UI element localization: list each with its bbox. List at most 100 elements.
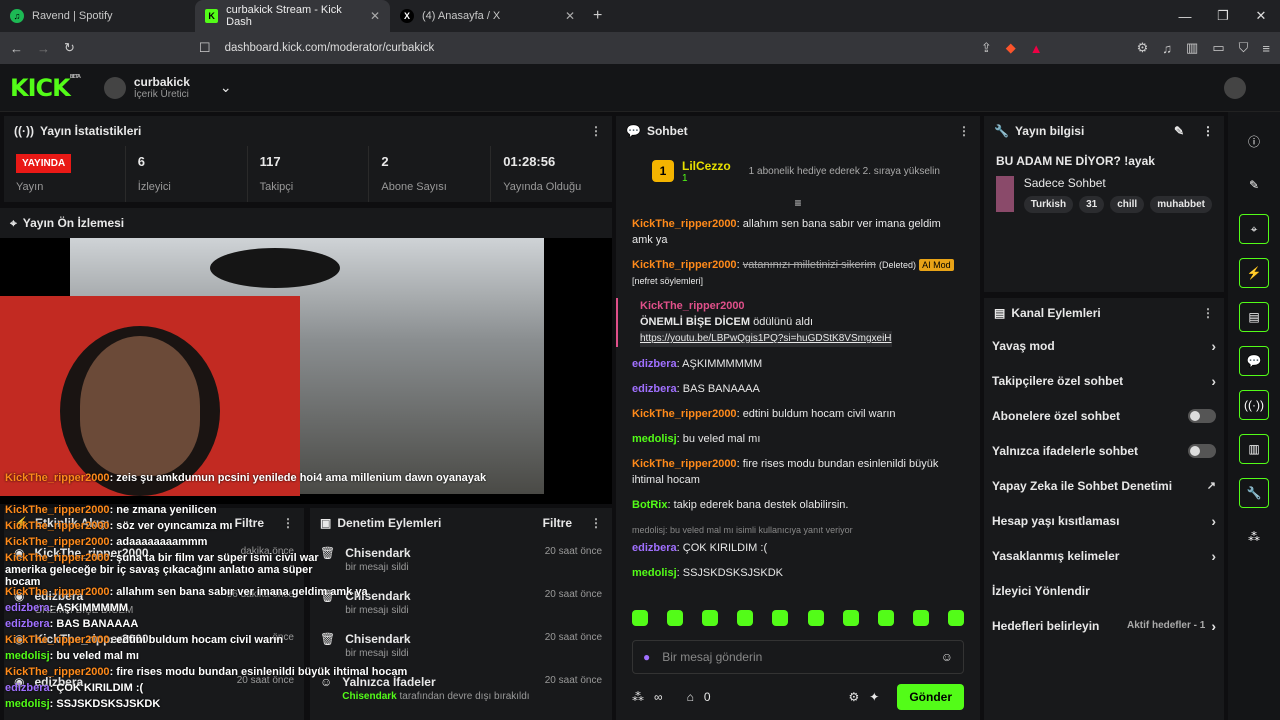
row-sub: bir mesajı sildi — [345, 648, 409, 659]
preview-tool-icon[interactable]: ⌖ — [1239, 214, 1269, 244]
tab-x[interactable]: X (4) Anasayfa / X ✕ — [390, 0, 585, 32]
url-field[interactable]: dashboard.kick.com/moderator/curbakick — [225, 42, 967, 54]
more-icon[interactable]: ⋮ — [590, 516, 602, 530]
forward-icon[interactable]: → — [37, 41, 50, 56]
filter-button[interactable]: Filtre — [235, 516, 264, 530]
msg-user[interactable]: medolisj — [632, 567, 677, 579]
window-close-icon[interactable]: ✕ — [1242, 0, 1280, 32]
emote-icon[interactable] — [772, 610, 789, 626]
kick-logo[interactable]: KICKBETA — [10, 74, 81, 102]
brave-shield-icon[interactable]: ◆ — [1006, 40, 1016, 56]
msg-user[interactable]: medolisj — [632, 433, 677, 445]
rewards-icon[interactable]: ▲ — [1030, 41, 1043, 56]
tab-kick[interactable]: K curbakick Stream - Kick Dash ✕ — [195, 0, 390, 32]
sidebar-icon[interactable]: ▥ — [1186, 40, 1198, 56]
broadcast-tool-icon[interactable]: ((·)) — [1239, 390, 1269, 420]
settings-icon[interactable]: ⚙ — [849, 690, 860, 704]
store-icon[interactable]: ⌂ — [687, 690, 694, 704]
points-count: 0 — [703, 690, 711, 704]
action-raid[interactable]: İzleyici Yönlendir — [984, 573, 1224, 608]
toggle-switch[interactable] — [1188, 408, 1216, 423]
reload-icon[interactable]: ↻ — [64, 40, 75, 56]
action-banned-words[interactable]: Yasaklanmış kelimeler › — [984, 538, 1224, 573]
more-icon[interactable]: ⋮ — [282, 516, 294, 530]
tab-spotify[interactable]: ♫ Ravend | Spotify — [0, 0, 195, 32]
reward-link[interactable]: https://youtu.be/LBPwQgis1PQ?si=huGDStK8… — [640, 331, 892, 347]
emote-icon[interactable] — [807, 610, 824, 626]
chevron-down-icon[interactable]: ⌄ — [220, 79, 232, 96]
emote-icon[interactable] — [842, 610, 859, 626]
msg-user[interactable]: BotRix — [632, 499, 667, 511]
msg-user[interactable]: KickThe_ripper2000 — [632, 408, 737, 420]
emote-icon[interactable] — [632, 610, 648, 626]
document-icon[interactable]: ▤ — [1239, 302, 1269, 332]
more-icon[interactable]: ⋮ — [1202, 124, 1214, 138]
msg-user[interactable]: KickThe_ripper2000 — [632, 259, 737, 271]
msg-user[interactable]: KickThe_ripper2000 — [632, 458, 737, 470]
more-icon[interactable]: ⋮ — [590, 124, 602, 138]
menu-icon[interactable]: ≡ — [1262, 41, 1270, 56]
send-button[interactable]: Gönder — [897, 684, 964, 710]
more-icon[interactable]: ⋮ — [1202, 306, 1214, 320]
share-icon[interactable]: ⇪ — [981, 40, 992, 56]
bolt-icon[interactable]: ⚡ — [1239, 258, 1269, 288]
edit-icon[interactable]: ✎ — [1174, 124, 1184, 138]
gift-icon[interactable]: ✦ — [869, 690, 879, 704]
minimize-icon[interactable]: — — [1166, 0, 1204, 32]
users-icon[interactable]: ⁂ — [632, 690, 644, 704]
maximize-icon[interactable]: ❐ — [1204, 0, 1242, 32]
user-avatar[interactable] — [1224, 76, 1246, 99]
mic-icon[interactable]: ● — [643, 650, 650, 664]
close-tab-icon[interactable]: ✕ — [370, 9, 380, 23]
panel-title: Yayın bilgisi — [1014, 124, 1085, 138]
extensions-icon[interactable]: ⚙ — [1137, 40, 1149, 56]
overlay-user: edizbera — [5, 618, 50, 630]
row-name: Chisendark — [345, 632, 411, 646]
overlay-chat-line: edizbera: BAS BANAAAA — [5, 618, 139, 630]
stat-value: 01:28:56 — [503, 154, 556, 169]
back-icon[interactable]: ← — [10, 41, 23, 56]
wallet-icon[interactable]: ▭ — [1212, 40, 1224, 56]
new-tab-icon[interactable]: + — [593, 7, 602, 25]
chat-tool-icon[interactable]: 💬 — [1239, 346, 1269, 376]
emote-icon[interactable] — [702, 610, 719, 626]
emote-icon[interactable] — [667, 610, 684, 626]
overlay-user: KickThe_ripper2000 — [5, 472, 110, 484]
info-icon[interactable]: ⓘ — [1239, 126, 1269, 156]
action-ai-moderation[interactable]: Yapay Zeka ile Sohbet Denetimi ↗ — [984, 468, 1224, 503]
toggle-switch[interactable] — [1188, 443, 1216, 458]
bookmark-icon[interactable]: ☐ — [199, 40, 211, 56]
msg-user[interactable]: edizbera — [632, 358, 677, 370]
emote-icon[interactable] — [737, 610, 754, 626]
action-followers-only[interactable]: Takipçilere özel sohbet › — [984, 363, 1224, 398]
msg-user[interactable]: edizbera — [632, 542, 677, 554]
tab-title: (4) Anasayfa / X — [422, 10, 501, 22]
msg-user[interactable]: edizbera — [632, 383, 677, 395]
action-goals[interactable]: Hedefleri belirleyin Aktif hedefler - 1 › — [984, 608, 1224, 643]
close-tab-icon[interactable]: ✕ — [565, 9, 575, 23]
channel-switcher[interactable]: curbakick İçerik Üretici ⌄ — [103, 75, 232, 100]
chat-input[interactable]: ● Bir mesaj gönderin ☺ — [632, 640, 964, 674]
pen-icon[interactable]: ✎ — [1239, 170, 1269, 200]
collapse-icon[interactable]: ≡ — [616, 196, 980, 210]
emote-icon[interactable] — [947, 610, 964, 626]
wrench-tool-icon[interactable]: 🔧 — [1239, 478, 1269, 508]
emoji-picker-icon[interactable]: ☺ — [941, 650, 953, 664]
stat-value: 2 — [381, 154, 389, 169]
layout-icon[interactable]: ▥ — [1239, 434, 1269, 464]
stat-label: Yayın — [16, 181, 44, 193]
filter-button[interactable]: Filtre — [543, 516, 572, 530]
msg-user[interactable]: KickThe_ripper2000 — [632, 218, 737, 230]
more-icon[interactable]: ⋮ — [958, 124, 970, 138]
webcam-overlay — [0, 296, 300, 496]
action-slow-mode[interactable]: Yavaş mod › — [984, 328, 1224, 363]
channel-role: İçerik Üretici — [133, 89, 189, 100]
channel-avatar — [103, 76, 126, 99]
action-label: Yapay Zeka ile Sohbet Denetimi — [992, 478, 1173, 493]
emote-icon[interactable] — [877, 610, 894, 626]
action-account-age[interactable]: Hesap yaşı kısıtlaması › — [984, 503, 1224, 538]
emote-icon[interactable] — [912, 610, 929, 626]
vpn-icon[interactable]: ⛉ — [1239, 40, 1249, 56]
community-icon[interactable]: ⁂ — [1239, 522, 1269, 552]
media-icon[interactable]: ♫ — [1162, 41, 1172, 56]
